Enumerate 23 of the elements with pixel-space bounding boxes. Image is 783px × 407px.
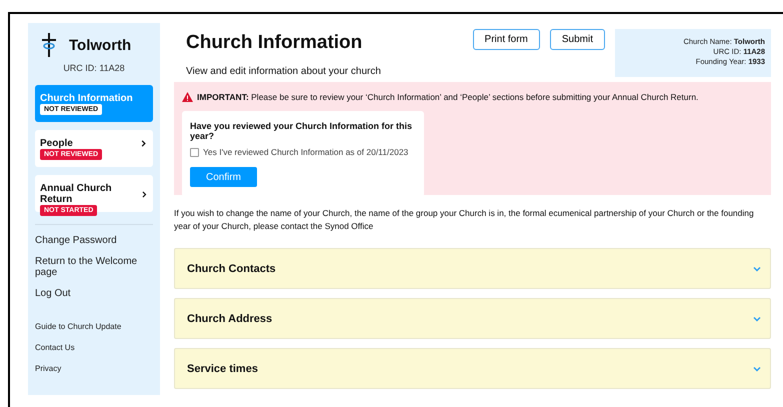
header-button[interactable]: Submit (550, 29, 605, 50)
cross-logo-icon (41, 33, 57, 57)
page-title: Church Information (186, 32, 364, 54)
checkbox-label: Yes I've reviewed Church Information as of 20/11/2023 (203, 147, 408, 157)
accordion-header[interactable]: Service times (174, 348, 771, 389)
checkbox[interactable] (190, 148, 199, 156)
footer-link[interactable]: Guide to Church Update (35, 322, 153, 331)
footer-link[interactable]: Contact Us (35, 343, 153, 352)
alert-text: IMPORTANT: Please be sure to review your ‘Church Information’ and ‘People’ sections before submitting your Annual Church Return. (197, 92, 698, 102)
header-button[interactable]: Print form (472, 29, 540, 50)
warning-icon (182, 92, 193, 102)
sidebar-link[interactable]: Log Out (35, 288, 153, 299)
accordion-header[interactable]: Church Contacts (174, 248, 771, 289)
church-name: Tolworth (69, 36, 132, 54)
info-note: If you wish to change the name of your Church, the name of the group your Church is in, the formal ecumenical partnership of your Church or the founding year of your Church, please contact the Synod Office (174, 207, 755, 232)
accordion-header[interactable]: Church Address (174, 298, 771, 339)
sidebar-link[interactable]: Change Password (35, 235, 153, 246)
page-subtitle: View and edit information about your church (186, 66, 382, 77)
sidebar-link[interactable]: Return to the Welcome page (35, 256, 153, 278)
review-question: Have you reviewed your Church Information for this year? (190, 121, 414, 141)
chevron-right-icon (139, 139, 148, 148)
footer-link[interactable]: Privacy (35, 364, 153, 373)
urc-id: URC ID: 11A28 (63, 63, 125, 73)
